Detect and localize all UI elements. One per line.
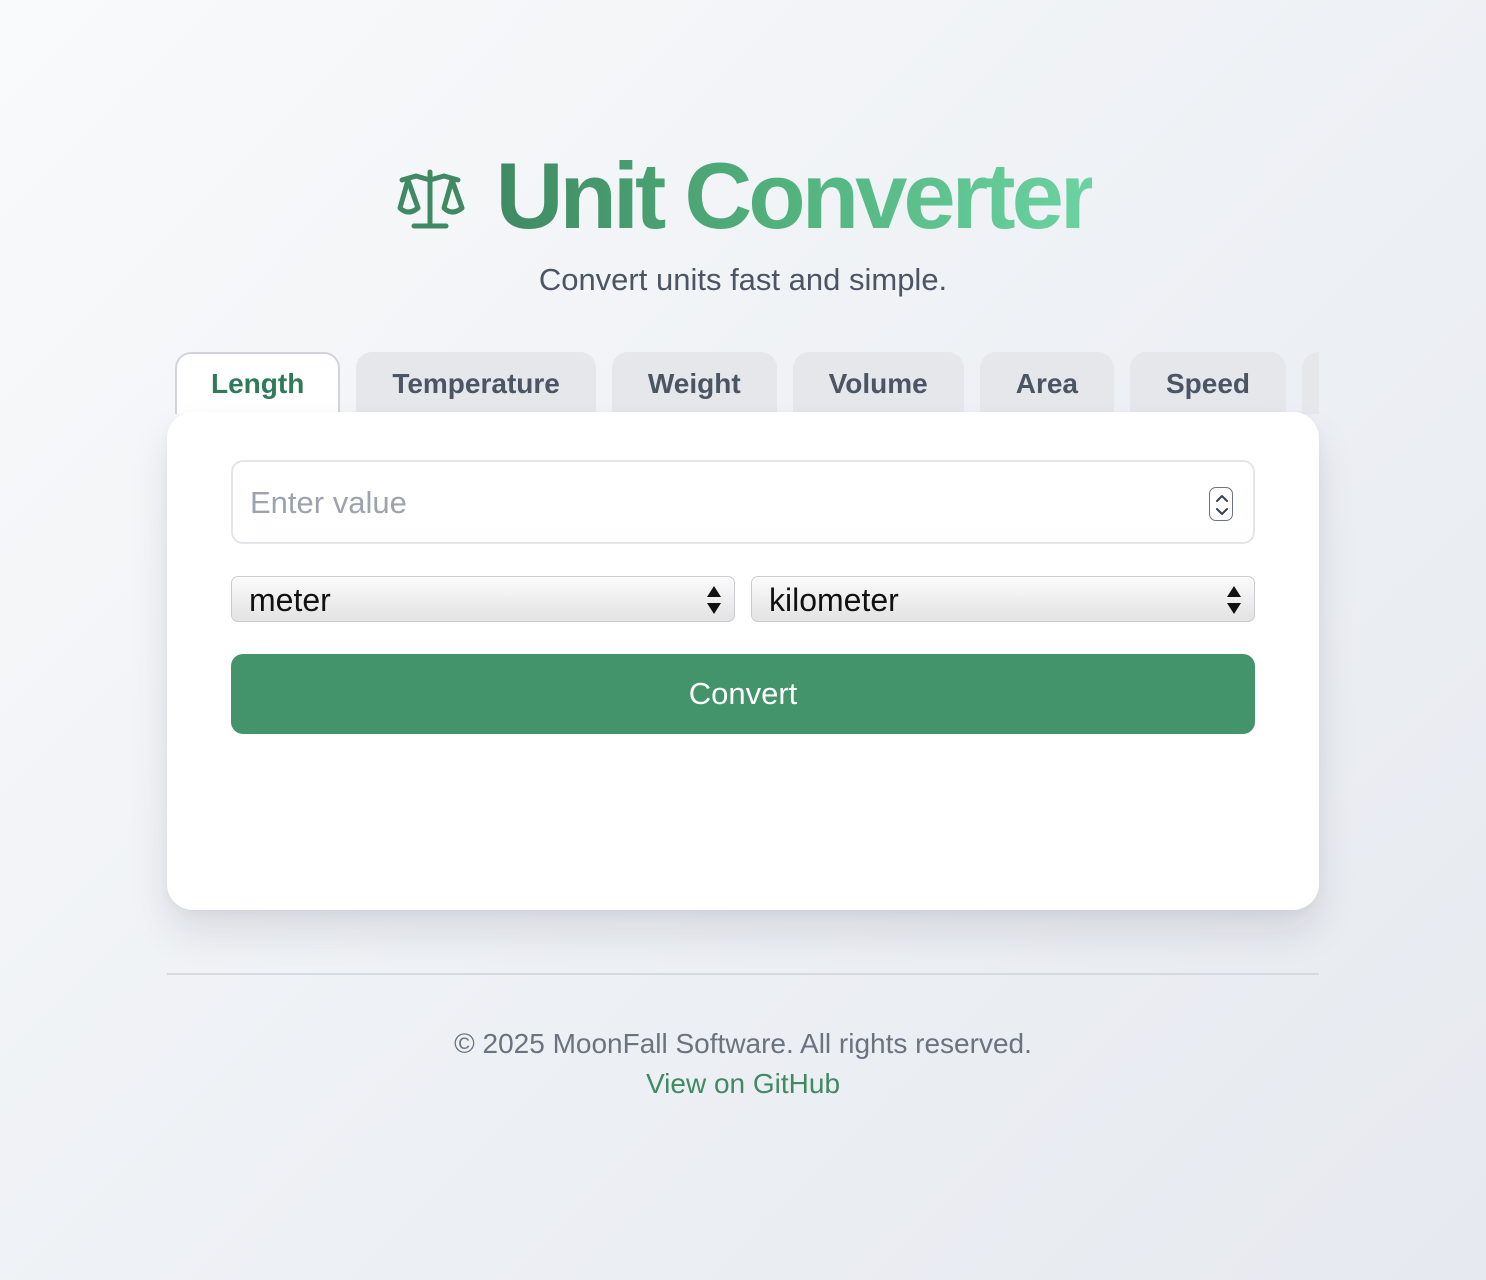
select-arrows-icon [1226, 585, 1242, 615]
github-link[interactable]: View on GitHub [646, 1064, 840, 1104]
to-unit-select[interactable]: kilometer [751, 576, 1255, 622]
footer-divider [167, 973, 1319, 975]
tab-weight[interactable]: Weight [611, 352, 777, 414]
value-input-placeholder: Enter value [250, 485, 407, 520]
copyright-text: © 2025 MoonFall Software. All rights res… [454, 1028, 1032, 1059]
title-row: Unit Converter [0, 148, 1486, 244]
select-arrows-icon [706, 585, 722, 615]
category-tabs: Length Temperature Weight Volume Area Sp… [167, 352, 1319, 414]
from-unit-select[interactable]: meter [231, 576, 735, 622]
tab-speed[interactable]: Speed [1130, 352, 1287, 414]
scale-icon [394, 166, 466, 232]
convert-button[interactable]: Convert [231, 654, 1255, 734]
tab-area[interactable]: Area [979, 352, 1114, 414]
page-header: Unit Converter Convert units fast and si… [0, 148, 1486, 300]
app-subtitle: Convert units fast and simple. [538, 262, 948, 297]
tab-temperature[interactable]: Temperature [356, 352, 596, 414]
app-title: Unit Converter [495, 143, 1097, 248]
number-stepper[interactable] [1209, 487, 1233, 521]
value-input[interactable]: Enter value [231, 460, 1255, 544]
tab-truncated[interactable]: T [1302, 352, 1319, 414]
to-unit-value: kilometer [769, 582, 899, 618]
from-unit-value: meter [249, 582, 331, 618]
tab-length[interactable]: Length [175, 352, 341, 414]
tab-volume[interactable]: Volume [792, 352, 964, 414]
converter-card: Enter value meter kilometer Convert [167, 412, 1319, 910]
page-footer: © 2025 MoonFall Software. All rights res… [0, 1024, 1486, 1104]
